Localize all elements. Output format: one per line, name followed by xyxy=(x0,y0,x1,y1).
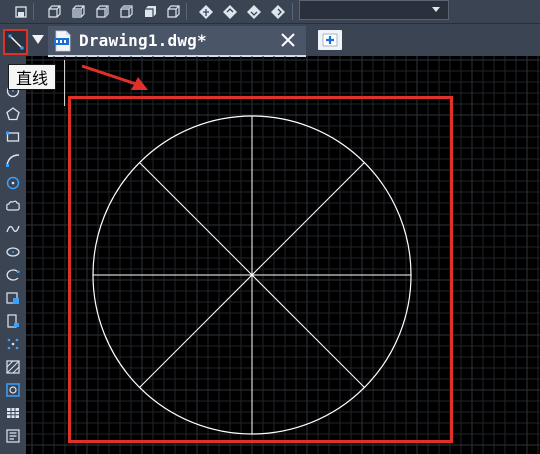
tab-drawing1[interactable]: Drawing1.dwg* xyxy=(48,26,306,55)
drawing-geometry xyxy=(92,115,412,435)
view-toolbar xyxy=(0,0,540,24)
new-tab-button[interactable] xyxy=(318,30,342,50)
ne-iso-icon[interactable] xyxy=(244,2,263,21)
ellipse-icon[interactable] xyxy=(4,243,22,261)
right-view-icon[interactable] xyxy=(116,2,135,21)
top-view-icon[interactable] xyxy=(44,2,63,21)
region-icon[interactable] xyxy=(4,381,22,399)
nw-iso-icon[interactable] xyxy=(268,2,287,21)
bottom-view-icon[interactable] xyxy=(68,2,87,21)
insert-block-icon[interactable] xyxy=(4,289,22,307)
ellipse-arc-icon[interactable] xyxy=(4,266,22,284)
drawing-canvas[interactable] xyxy=(26,56,540,454)
multiline-text-icon[interactable] xyxy=(4,427,22,445)
back-view-icon[interactable] xyxy=(163,2,182,21)
hatch-icon[interactable] xyxy=(4,358,22,376)
polygon-icon[interactable] xyxy=(4,105,22,123)
canvas-grid xyxy=(26,56,540,454)
line-tool-button[interactable] xyxy=(3,29,28,55)
tooltip-leader-line xyxy=(64,60,65,106)
toolbar-separator xyxy=(292,3,293,20)
revcloud-icon[interactable] xyxy=(4,197,22,215)
chevron-down-icon xyxy=(432,7,440,12)
close-icon[interactable] xyxy=(278,30,298,50)
spline-icon[interactable] xyxy=(4,220,22,238)
front-view-icon[interactable] xyxy=(140,2,159,21)
document-title: Drawing1.dwg* xyxy=(79,31,207,50)
se-iso-icon[interactable] xyxy=(220,2,239,21)
toolbar-separator xyxy=(33,3,34,20)
new-tab-icon xyxy=(322,33,338,47)
sw-iso-icon[interactable] xyxy=(196,2,215,21)
line-tooltip: 直线 xyxy=(8,64,56,90)
tab-list-dropdown-icon[interactable] xyxy=(32,35,44,44)
point-icon[interactable] xyxy=(4,335,22,353)
dwg-file-icon xyxy=(53,30,73,52)
view-dropdown[interactable] xyxy=(299,0,449,20)
line-tool-icon xyxy=(8,34,23,50)
toolbar-separator xyxy=(186,3,187,20)
create-block-icon[interactable] xyxy=(4,312,22,330)
draw-toolbar xyxy=(0,56,26,454)
left-view-icon[interactable] xyxy=(92,2,111,21)
named-views-icon[interactable] xyxy=(11,2,30,21)
table-icon[interactable] xyxy=(4,404,22,422)
annotation-arrow-icon xyxy=(81,64,148,90)
arc-icon[interactable] xyxy=(4,151,22,169)
rectangle-icon[interactable] xyxy=(4,128,22,146)
donut-icon[interactable] xyxy=(4,174,22,192)
